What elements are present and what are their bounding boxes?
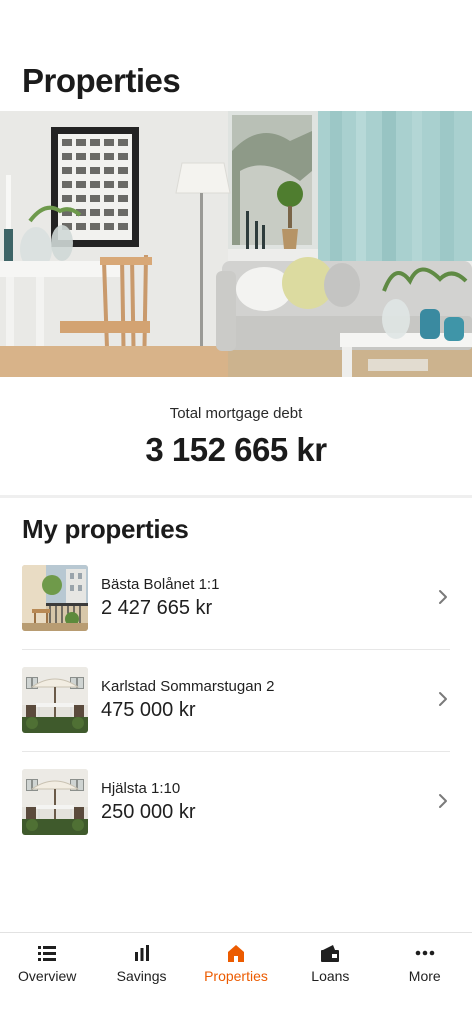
property-list: Bästa Bolånet 1:1 2 427 665 kr Karlstad … — [0, 547, 472, 853]
tab-label: More — [408, 968, 441, 984]
tab-label: Savings — [116, 968, 167, 984]
property-value: 2 427 665 kr — [101, 597, 213, 619]
hero-image — [0, 111, 472, 377]
mortgage-summary: Total mortgage debt 3 152 665 kr — [0, 377, 472, 495]
chevron-right-icon — [439, 794, 447, 808]
property-thumbnail — [22, 565, 88, 631]
property-thumbnail — [22, 667, 88, 733]
tab-loans[interactable]: Loans — [283, 933, 377, 1024]
property-row-basta-bolanet[interactable]: Bästa Bolånet 1:1 2 427 665 kr — [0, 547, 472, 649]
tab-savings[interactable]: Savings — [94, 933, 188, 1024]
tab-label: Overview — [18, 968, 77, 984]
chevron-right-icon — [439, 590, 447, 604]
section-divider — [0, 495, 472, 498]
wallet-icon — [321, 945, 340, 962]
chevron-right-icon — [439, 692, 447, 706]
bottom-tab-bar: Overview Savings Properties Loans More — [0, 932, 472, 1024]
property-name: Karlstad Sommarstugan 2 — [101, 678, 275, 695]
tab-properties[interactable]: Properties — [189, 933, 283, 1024]
bar-chart-icon — [134, 945, 149, 961]
total-debt-amount: 3 152 665 kr — [145, 431, 327, 468]
list-icon — [38, 946, 57, 961]
tab-label: Loans — [311, 968, 350, 984]
property-row-karlstad-sommarstugan[interactable]: Karlstad Sommarstugan 2 475 000 kr — [0, 649, 472, 751]
tab-label: Properties — [204, 968, 268, 984]
property-value: 250 000 kr — [101, 801, 196, 823]
tab-more[interactable]: More — [378, 933, 472, 1024]
my-properties-heading: My properties — [22, 514, 189, 544]
property-thumbnail — [22, 769, 88, 835]
page-title: Properties — [22, 62, 181, 99]
property-value: 475 000 kr — [101, 699, 196, 721]
property-name: Bästa Bolånet 1:1 — [101, 576, 220, 593]
total-debt-label: Total mortgage debt — [169, 405, 303, 422]
more-dots-icon — [415, 950, 435, 956]
house-icon — [227, 945, 244, 962]
property-name: Hjälsta 1:10 — [101, 780, 181, 797]
property-row-hjalsta[interactable]: Hjälsta 1:10 250 000 kr — [0, 751, 472, 853]
tab-overview[interactable]: Overview — [0, 933, 94, 1024]
